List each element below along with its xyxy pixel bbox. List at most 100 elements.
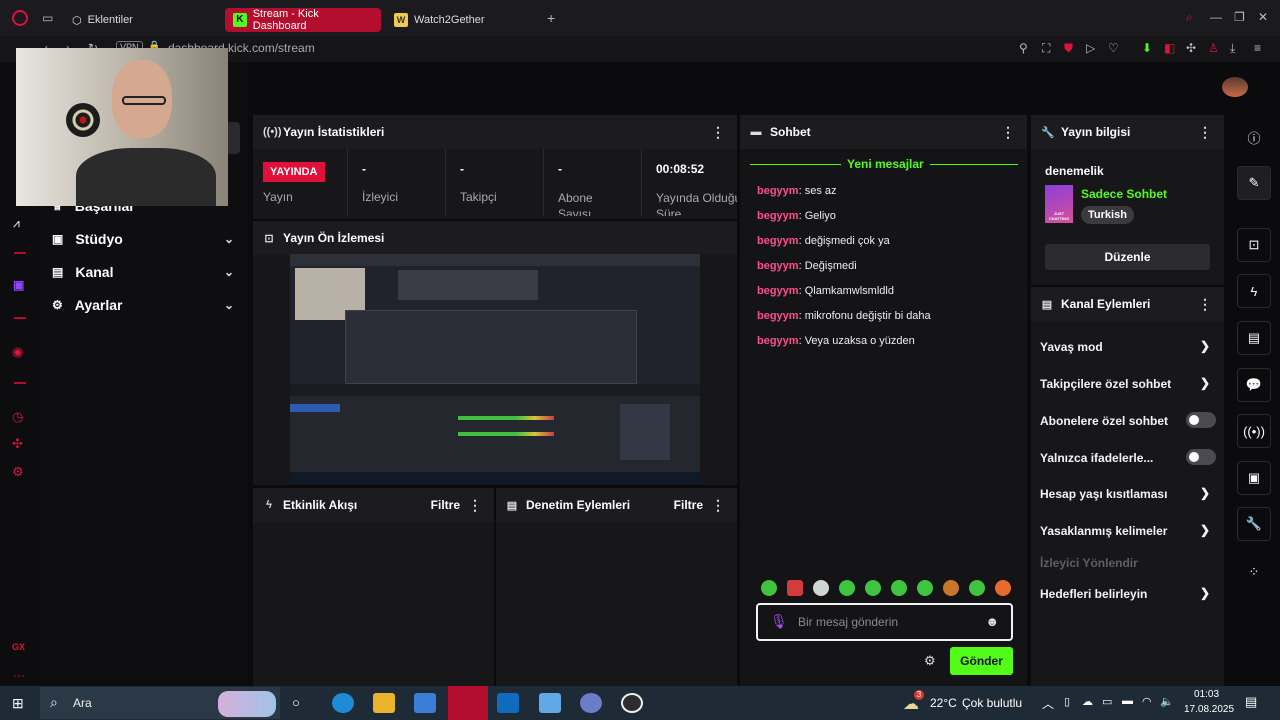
microphone-icon[interactable]: 🎙 (770, 613, 788, 630)
tray-chevron-up-icon[interactable]: ︿ (1042, 695, 1054, 712)
play-icon[interactable]: ▷ (1086, 41, 1095, 55)
avatar[interactable] (1222, 77, 1248, 97)
category-name[interactable]: Sadece Sohbet (1081, 187, 1167, 201)
chat-settings-icon[interactable]: ⚙ (924, 653, 936, 669)
more-options-icon[interactable]: ⋮ (711, 124, 725, 140)
chat-input-box[interactable]: 🎙 Bir mesaj gönderin ☻ (756, 603, 1013, 641)
chat-username[interactable]: begyym (757, 310, 799, 322)
action-account-age[interactable]: Hesap yaşı kısıtlaması ❯ (1040, 486, 1216, 501)
emote-icon[interactable] (813, 580, 829, 596)
tray-icon[interactable]: ▯ (1064, 695, 1070, 708)
emote-icon[interactable] (865, 580, 881, 596)
chat-username[interactable]: begyym (757, 210, 799, 222)
action-set-goals[interactable]: Hedefleri belirleyin ❯ (1040, 586, 1216, 601)
nav-item-studyo[interactable]: ▣ Stüdyo ⌄ (52, 225, 240, 253)
chat-username[interactable]: begyym (757, 235, 799, 247)
minimize-icon[interactable]: — (1210, 10, 1222, 24)
nav-item-kanal[interactable]: ▤ Kanal ⌄ (52, 258, 240, 286)
outlook-icon[interactable] (497, 693, 519, 713)
chat-username[interactable]: begyym (757, 335, 799, 347)
emote-icon[interactable] (839, 580, 855, 596)
wrench-icon[interactable]: 🔧 (1237, 507, 1271, 541)
close-icon[interactable]: ✕ (1258, 10, 1268, 24)
menu-icon[interactable]: ≡ (1254, 41, 1261, 55)
onedrive-icon[interactable]: ☁ (1082, 695, 1093, 708)
app-icon[interactable] (580, 693, 602, 713)
more-widgets-icon[interactable]: ⁘ (1237, 555, 1271, 589)
clock-date[interactable]: 17.08.2025 (1184, 704, 1234, 715)
tab-eklentiler[interactable]: ⬡ Eklentiler (64, 8, 220, 32)
more-options-icon[interactable]: ⋮ (1198, 124, 1212, 140)
emote-icon[interactable] (995, 580, 1011, 596)
broadcast-icon[interactable]: ((•)) (1237, 414, 1271, 448)
download-extension-icon[interactable]: ⬇ (1142, 41, 1152, 55)
emote-icon[interactable] (761, 580, 777, 596)
gx-icon[interactable]: GX (12, 642, 25, 652)
chat-bubble-icon[interactable]: 💬 (1237, 368, 1271, 402)
info-icon[interactable]: ⓘ (1237, 120, 1271, 154)
notifications-icon[interactable]: ▤ (1245, 694, 1257, 710)
camera-icon[interactable]: ⊡ (1237, 228, 1271, 262)
extensions-icon[interactable]: ✣ (12, 436, 23, 452)
new-tab-icon[interactable]: + (547, 10, 555, 26)
edit-button[interactable]: Düzenle (1045, 244, 1210, 270)
account-icon[interactable]: ♙ (1208, 41, 1219, 55)
app-icon[interactable] (539, 693, 561, 713)
stream-preview-video[interactable] (290, 254, 700, 485)
kick-icon[interactable]: ⩘ (13, 216, 20, 231)
opera-logo-icon[interactable] (12, 10, 28, 26)
store-icon[interactable] (414, 693, 436, 713)
more-icon[interactable]: ··· (13, 668, 25, 682)
action-followers-only[interactable]: Takipçilere özel sohbet ❯ (1040, 376, 1216, 391)
more-options-icon[interactable]: ⋮ (711, 497, 725, 513)
weather-temp[interactable]: 22°C (930, 696, 957, 710)
taskbar-search[interactable]: ⌕ Ara (40, 687, 280, 719)
twitch-icon[interactable]: ▣ (13, 278, 24, 292)
opera-gx-taskbar-icon[interactable] (448, 686, 488, 720)
pencil-icon[interactable]: ✎ (1237, 166, 1271, 200)
tab-menu-icon[interactable]: ▭ (42, 11, 53, 25)
moderation-filter-button[interactable]: Filtre (674, 498, 703, 512)
tab-kick-dashboard[interactable]: K Stream - Kick Dashboard (225, 8, 381, 32)
wifi-icon[interactable]: ◠ (1142, 695, 1152, 708)
emote-icon[interactable] (787, 580, 803, 596)
downloads-icon[interactable]: ⤓ (1230, 41, 1235, 56)
file-explorer-icon[interactable] (373, 693, 395, 713)
emote-icon[interactable] (969, 580, 985, 596)
emote-icon[interactable] (943, 580, 959, 596)
weather-text[interactable]: Çok bulutlu (962, 696, 1022, 710)
battery-icon[interactable]: ▬ (1122, 695, 1133, 707)
emoji-icon[interactable]: ☻ (985, 614, 999, 629)
windows-start-icon[interactable]: ⊞ (12, 695, 24, 712)
chat-username[interactable]: begyym (757, 185, 799, 197)
search-icon[interactable]: ⌕ (1186, 10, 1193, 25)
more-options-icon[interactable]: ⋮ (1001, 124, 1015, 140)
channel-icon[interactable]: ▣ (1237, 461, 1271, 495)
clock-time[interactable]: 01:03 (1194, 689, 1219, 700)
history-icon[interactable]: ◷ (12, 409, 23, 425)
emote-icon[interactable] (891, 580, 907, 596)
task-view-icon[interactable]: ○ (292, 695, 300, 710)
more-options-icon[interactable]: ⋮ (1198, 296, 1212, 312)
obs-icon[interactable] (621, 693, 643, 713)
edge-icon[interactable] (332, 693, 354, 713)
tray-icon[interactable]: ▭ (1102, 695, 1112, 708)
restore-icon[interactable]: ❐ (1234, 10, 1245, 24)
shield-icon[interactable]: ⛊ (1064, 41, 1073, 56)
chat-username[interactable]: begyym (757, 285, 799, 297)
extensions-icon[interactable]: ✣ (1186, 41, 1196, 55)
pin-icon[interactable]: ⚲ (1019, 41, 1028, 55)
emotes-only-toggle[interactable] (1186, 449, 1216, 465)
more-options-icon[interactable]: ⋮ (468, 497, 482, 513)
action-slow-mode[interactable]: Yavaş mod ❯ (1040, 339, 1216, 354)
subscribers-only-toggle[interactable] (1186, 412, 1216, 428)
tab-watch2gether[interactable]: W Watch2Gether (386, 8, 536, 32)
heart-icon[interactable]: ♡ (1108, 41, 1119, 55)
action-banned-words[interactable]: Yasaklanmış kelimeler ❯ (1040, 523, 1216, 538)
send-button[interactable]: Gönder (950, 647, 1013, 675)
settings-icon[interactable]: ⚙ (12, 464, 24, 480)
player-icon[interactable]: ◉ (12, 344, 23, 360)
chat-username[interactable]: begyym (757, 260, 799, 272)
activity-filter-button[interactable]: Filtre (431, 498, 460, 512)
volume-icon[interactable]: 🔈 (1160, 695, 1174, 708)
